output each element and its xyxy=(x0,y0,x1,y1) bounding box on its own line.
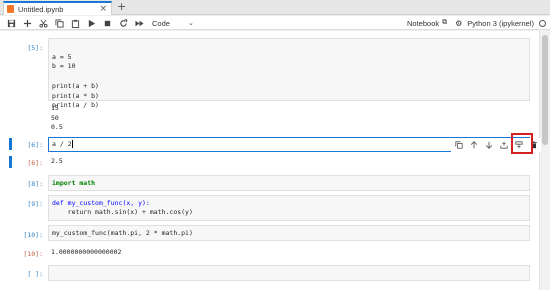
input-prompt: [ ]: xyxy=(27,270,43,278)
input-prompt: [5]: xyxy=(27,44,43,52)
code-line: a / 2 xyxy=(52,140,73,150)
new-tab-button[interactable]: + xyxy=(117,0,126,14)
code-cell-input[interactable]: a = 5 b = 10 print(a + b) print(a * b) p… xyxy=(48,38,530,109)
notebook-file-icon xyxy=(7,5,14,13)
jupyter-notebook-window: Untitled.ipynb × + Code ⌄ Notebook ⧉ ⚙ P… xyxy=(0,0,550,290)
fast-forward-icon[interactable] xyxy=(134,18,144,28)
code-line: def my_custom_func(x, y): return math.si… xyxy=(52,199,193,218)
output-prompt: [10]: xyxy=(23,250,43,258)
move-up-icon[interactable] xyxy=(466,139,481,151)
copy-icon[interactable] xyxy=(54,18,64,28)
kernel-name[interactable]: Python 3 (ipykernel) xyxy=(467,19,534,28)
tab-bar: Untitled.ipynb × + xyxy=(0,0,550,15)
code-text: b = 10 xyxy=(52,62,76,71)
code-cell-input[interactable]: my_custom_func(math.pi, 2 * math.pi) xyxy=(48,225,530,241)
restart-icon[interactable] xyxy=(118,18,128,28)
cell-output: 1.0000000000000002 xyxy=(51,248,122,256)
code-text: def my_custom_func(x, y): xyxy=(52,198,150,207)
code-cell-input[interactable]: import math xyxy=(48,175,530,191)
empty-code-cell-input[interactable] xyxy=(48,265,530,281)
output-line: 0.5 xyxy=(51,123,63,132)
notebook-label[interactable]: Notebook xyxy=(407,19,439,28)
text-cursor xyxy=(71,140,73,148)
external-link-icon[interactable]: ⧉ xyxy=(442,19,447,27)
cell-type-value: Code xyxy=(152,18,170,28)
code-text: return math.sin(x) + math.cos(y) xyxy=(52,208,193,217)
code-text: print(a + b) xyxy=(52,81,99,90)
code-line: import math xyxy=(52,179,95,189)
close-tab-icon[interactable]: × xyxy=(99,4,107,14)
cell-type-dropdown[interactable]: Code ⌄ xyxy=(152,17,194,29)
gear-icon[interactable]: ⚙ xyxy=(455,19,462,28)
code-text: import math xyxy=(52,178,96,187)
toolbar-right: Notebook ⧉ ⚙ Python 3 (ipykernel) xyxy=(407,17,546,29)
delete-button-highlight xyxy=(511,133,533,154)
code-text: a = 5 xyxy=(52,52,72,61)
run-icon[interactable] xyxy=(86,18,96,28)
output-line: 15 xyxy=(51,104,59,112)
stop-icon[interactable] xyxy=(102,18,112,28)
input-prompt: [8]: xyxy=(27,180,43,188)
cell-output: 15 50 0.5 xyxy=(51,104,63,133)
notebook-tab[interactable]: Untitled.ipynb × xyxy=(3,1,112,15)
code-cell-input[interactable]: def my_custom_func(x, y): return math.si… xyxy=(48,195,530,221)
cut-icon[interactable] xyxy=(38,18,48,28)
scrollbar-thumb[interactable] xyxy=(542,35,548,145)
code-text: my_custom_func(math.pi, 2 * math.pi) xyxy=(52,228,193,237)
code-line: my_custom_func(math.pi, 2 * math.pi) xyxy=(52,229,193,239)
save-icon[interactable] xyxy=(6,18,16,28)
move-down-icon[interactable] xyxy=(481,139,496,151)
add-cell-icon[interactable] xyxy=(22,18,32,28)
output-prompt: [6]: xyxy=(27,159,43,167)
cell-output: 2.5 xyxy=(51,157,63,165)
kernel-status-icon xyxy=(539,19,546,27)
duplicate-icon[interactable] xyxy=(451,139,466,151)
tab-title: Untitled.ipynb xyxy=(18,4,64,14)
paste-icon[interactable] xyxy=(70,18,80,28)
output-line: 50 xyxy=(51,113,59,122)
input-prompt: [6]: xyxy=(27,141,43,149)
code-text: print(a * b) xyxy=(52,91,99,100)
chevron-down-icon: ⌄ xyxy=(187,20,194,27)
vertical-scrollbar[interactable] xyxy=(539,31,550,290)
code-line: a = 5 b = 10 print(a + b) print(a * b) p… xyxy=(52,43,99,111)
insert-above-icon[interactable] xyxy=(496,139,511,151)
input-prompt: [10]: xyxy=(23,231,43,239)
notebook-toolbar: Code ⌄ Notebook ⧉ ⚙ Python 3 (ipykernel) xyxy=(0,16,550,30)
input-prompt: [9]: xyxy=(27,200,43,208)
code-text: a / 2 xyxy=(52,140,72,148)
